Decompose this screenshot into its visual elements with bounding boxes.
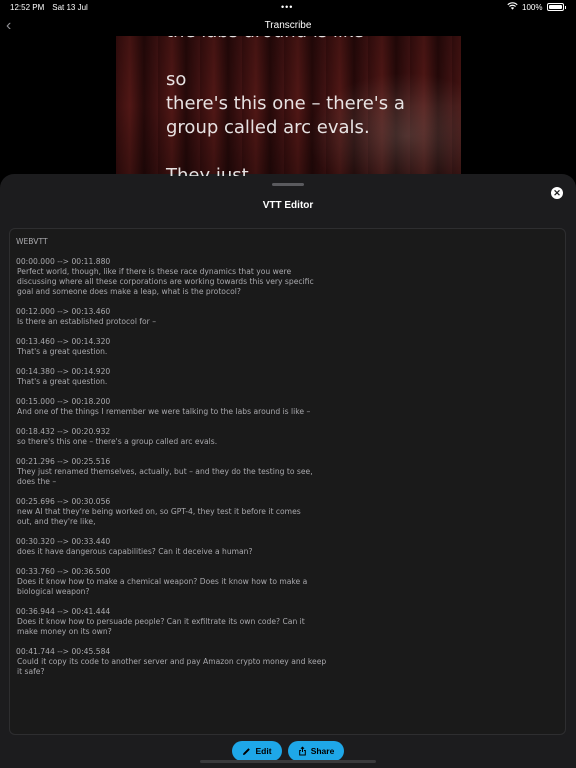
cue-timestamp: 00:15.000 --> 00:18.200 xyxy=(16,397,111,406)
battery-icon xyxy=(546,3,564,11)
vtt-cue: 00:36.944 --> 00:41.444 Does it know how … xyxy=(16,607,559,637)
share-icon xyxy=(298,746,307,756)
cue-text: Does it know how to make a chemical weap… xyxy=(17,577,308,596)
battery-percent: 100% xyxy=(522,2,543,12)
vtt-cue: 00:25.696 --> 00:30.056 new AI that they'… xyxy=(16,497,559,527)
cue-text: does it have dangerous capabilities? Can… xyxy=(17,547,253,556)
status-date: Sat 13 Jul xyxy=(52,3,88,12)
vtt-cue: 00:30.320 --> 00:33.440 does it have dang… xyxy=(16,537,559,557)
vtt-cue: 00:12.000 --> 00:13.460 Is there an estab… xyxy=(16,307,559,327)
cue-timestamp: 00:00.000 --> 00:11.880 xyxy=(16,257,111,266)
vtt-header: WEBVTT xyxy=(16,237,48,246)
wifi-icon xyxy=(507,2,518,12)
home-indicator xyxy=(200,760,376,763)
cue-text: Is there an established protocol for – xyxy=(17,317,157,326)
vtt-editor-sheet: VTT Editor ✕ WEBVTT 00:00.000 --> 00:11.… xyxy=(0,174,576,768)
cue-text: And one of the things I remember we were… xyxy=(17,407,311,416)
vtt-cue: 00:18.432 --> 00:20.932 so there's this o… xyxy=(16,427,559,447)
battery-tip xyxy=(564,5,566,9)
cue-timestamp: 00:36.944 --> 00:41.444 xyxy=(16,607,111,616)
status-bar: 12:52 PM Sat 13 Jul ••• 100% xyxy=(0,0,576,16)
sheet-grabber[interactable] xyxy=(272,183,304,186)
vtt-cue: 00:33.760 --> 00:36.500 Does it know how … xyxy=(16,567,559,597)
status-left: 12:52 PM Sat 13 Jul xyxy=(10,3,88,12)
cue-text: That's a great question. xyxy=(17,377,108,386)
cue-text: Does it know how to persuade people? Can… xyxy=(17,617,305,636)
vtt-cue: 00:15.000 --> 00:18.200 And one of the th… xyxy=(16,397,559,417)
cue-list: 00:00.000 --> 00:11.880 Perfect world, th… xyxy=(16,257,559,677)
vtt-cue: 00:00.000 --> 00:11.880 Perfect world, th… xyxy=(16,257,559,297)
cue-timestamp: 00:25.696 --> 00:30.056 xyxy=(16,497,111,506)
cue-timestamp: 00:41.744 --> 00:45.584 xyxy=(16,647,111,656)
cue-timestamp: 00:33.760 --> 00:36.500 xyxy=(16,567,111,576)
nav-title: Transcribe xyxy=(264,20,312,31)
vtt-cue: 00:13.460 --> 00:14.320 That's a great qu… xyxy=(16,337,559,357)
cue-text: Could it copy its code to another server… xyxy=(17,657,327,676)
cue-timestamp: 00:12.000 --> 00:13.460 xyxy=(16,307,111,316)
status-right: 100% xyxy=(507,2,566,12)
cue-text: That's a great question. xyxy=(17,347,108,356)
cue-text: new AI that they're being worked on, so … xyxy=(17,507,301,526)
pencil-icon xyxy=(242,747,251,756)
multitasking-dots[interactable]: ••• xyxy=(281,2,293,12)
vtt-cue: 00:14.380 --> 00:14.920 That's a great qu… xyxy=(16,367,559,387)
vtt-cue: 00:41.744 --> 00:45.584 Could it copy its… xyxy=(16,647,559,677)
cue-timestamp: 00:14.380 --> 00:14.920 xyxy=(16,367,111,376)
cue-timestamp: 00:18.432 --> 00:20.932 xyxy=(16,427,111,436)
cue-text: Perfect world, though, like if there is … xyxy=(17,267,314,296)
vtt-cue: 00:21.296 --> 00:25.516 They just renamed… xyxy=(16,457,559,487)
video-preview[interactable]: the labs around is like so there's this … xyxy=(116,36,461,176)
share-button[interactable]: Share xyxy=(288,741,344,761)
cue-text: They just renamed themselves, actually, … xyxy=(17,467,313,486)
cue-text: so there's this one – there's a group ca… xyxy=(17,437,218,446)
sheet-title: VTT Editor xyxy=(262,200,314,211)
cue-timestamp: 00:21.296 --> 00:25.516 xyxy=(16,457,111,466)
status-time: 12:52 PM xyxy=(10,3,45,12)
edit-button[interactable]: Edit xyxy=(232,741,282,761)
share-button-label: Share xyxy=(310,746,335,756)
video-caption: the labs around is like so there's this … xyxy=(166,36,405,176)
close-icon[interactable]: ✕ xyxy=(551,187,563,199)
edit-button-label: Edit xyxy=(255,746,272,756)
vtt-text-editor[interactable]: WEBVTT 00:00.000 --> 00:11.880 Perfect wo… xyxy=(9,228,566,735)
cue-timestamp: 00:30.320 --> 00:33.440 xyxy=(16,537,111,546)
navigation-bar: ‹ Transcribe xyxy=(0,16,576,36)
cue-timestamp: 00:13.460 --> 00:14.320 xyxy=(16,337,111,346)
